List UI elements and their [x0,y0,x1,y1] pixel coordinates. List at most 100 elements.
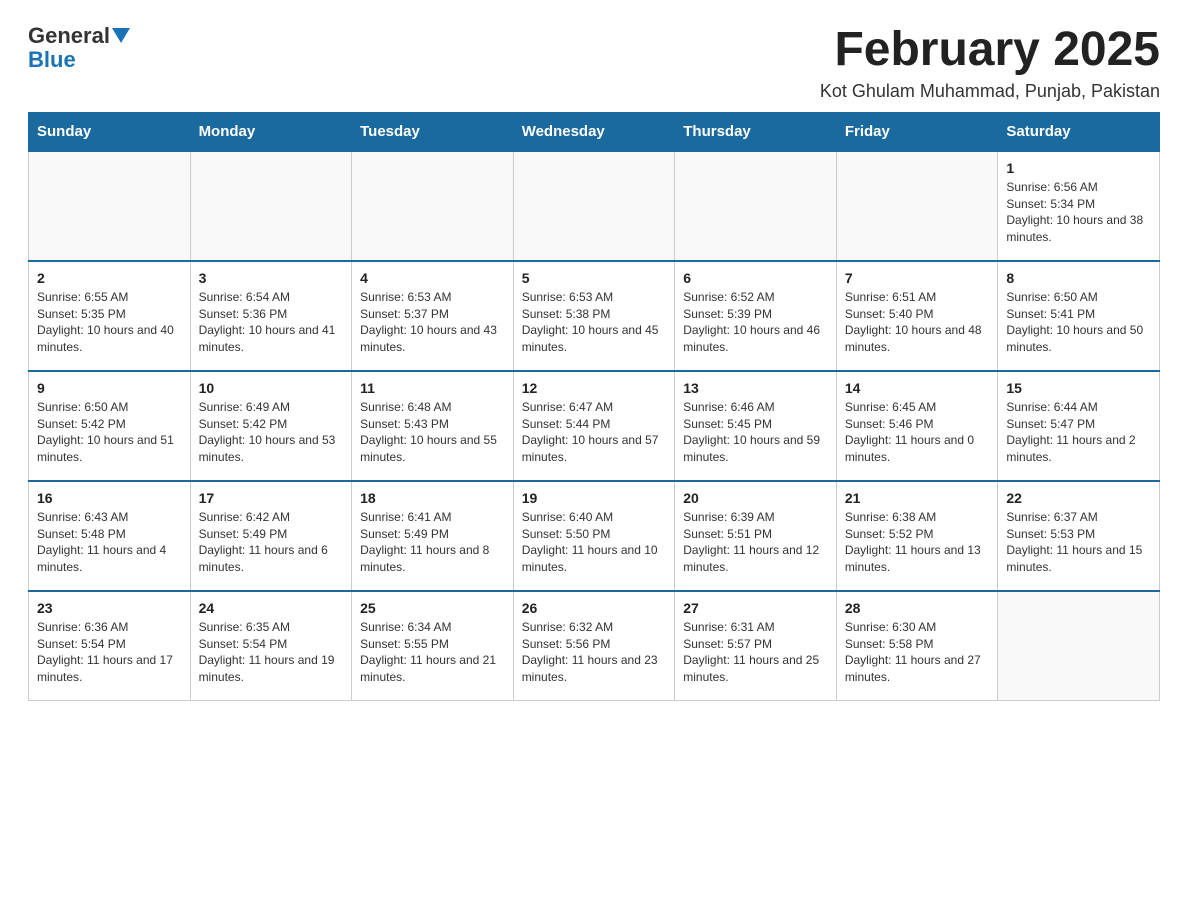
table-row: 12 Sunrise: 6:47 AMSunset: 5:44 PMDayligh… [513,371,675,481]
table-row: 25 Sunrise: 6:34 AMSunset: 5:55 PMDayligh… [352,591,514,701]
day-info: Sunrise: 6:48 AMSunset: 5:43 PMDaylight:… [360,399,505,466]
month-year-title: February 2025 [820,24,1160,77]
table-row: 8Sunrise: 6:50 AMSunset: 5:41 PMDaylight… [998,261,1160,371]
table-row [29,151,191,261]
day-info: Sunrise: 6:32 AMSunset: 5:56 PMDaylight:… [522,619,667,686]
day-info: Sunrise: 6:35 AMSunset: 5:54 PMDaylight:… [199,619,344,686]
day-info: Sunrise: 6:53 AMSunset: 5:38 PMDaylight:… [522,289,667,356]
title-block: February 2025 Kot Ghulam Muhammad, Punja… [820,24,1160,102]
day-info: Sunrise: 6:39 AMSunset: 5:51 PMDaylight:… [683,509,828,576]
table-row: 19 Sunrise: 6:40 AMSunset: 5:50 PMDayligh… [513,481,675,591]
day-info: Sunrise: 6:53 AMSunset: 5:37 PMDaylight:… [360,289,505,356]
location-text: Kot Ghulam Muhammad, Punjab, Pakistan [820,81,1160,102]
table-row: 7 Sunrise: 6:51 AMSunset: 5:40 PMDaylight… [836,261,998,371]
day-info: Sunrise: 6:34 AMSunset: 5:55 PMDaylight:… [360,619,505,686]
day-info: Sunrise: 6:46 AMSunset: 5:45 PMDaylight:… [683,399,828,466]
day-number: 27 [683,600,828,616]
day-info: Sunrise: 6:41 AMSunset: 5:49 PMDaylight:… [360,509,505,576]
table-row: 21 Sunrise: 6:38 AMSunset: 5:52 PMDayligh… [836,481,998,591]
table-row: 28 Sunrise: 6:30 AMSunset: 5:58 PMDayligh… [836,591,998,701]
day-number: 16 [37,490,182,506]
header-sunday: Sunday [29,112,191,151]
table-row: 26 Sunrise: 6:32 AMSunset: 5:56 PMDayligh… [513,591,675,701]
day-number: 10 [199,380,344,396]
calendar-week-row: 9Sunrise: 6:50 AMSunset: 5:42 PMDaylight… [29,371,1160,481]
calendar-week-row: 2 Sunrise: 6:55 AMSunset: 5:35 PMDaylight… [29,261,1160,371]
day-number: 23 [37,600,182,616]
table-row: 13 Sunrise: 6:46 AMSunset: 5:45 PMDayligh… [675,371,837,481]
table-row: 14 Sunrise: 6:45 AMSunset: 5:46 PMDayligh… [836,371,998,481]
day-number: 7 [845,270,990,286]
table-row: 4 Sunrise: 6:53 AMSunset: 5:37 PMDaylight… [352,261,514,371]
calendar-week-row: 1 Sunrise: 6:56 AMSunset: 5:34 PMDaylight… [29,151,1160,261]
header-wednesday: Wednesday [513,112,675,151]
table-row: 6Sunrise: 6:52 AMSunset: 5:39 PMDaylight… [675,261,837,371]
table-row: 23Sunrise: 6:36 AMSunset: 5:54 PMDayligh… [29,591,191,701]
day-info: Sunrise: 6:56 AMSunset: 5:34 PMDaylight:… [1006,179,1151,246]
table-row: 15 Sunrise: 6:44 AMSunset: 5:47 PMDayligh… [998,371,1160,481]
table-row: 18Sunrise: 6:41 AMSunset: 5:49 PMDayligh… [352,481,514,591]
page-header: General Blue February 2025 Kot Ghulam Mu… [28,24,1160,102]
day-number: 28 [845,600,990,616]
table-row [513,151,675,261]
day-number: 6 [683,270,828,286]
table-row: 10 Sunrise: 6:49 AMSunset: 5:42 PMDayligh… [190,371,352,481]
day-number: 25 [360,600,505,616]
table-row [998,591,1160,701]
day-number: 4 [360,270,505,286]
logo: General Blue [28,24,130,72]
header-saturday: Saturday [998,112,1160,151]
calendar-week-row: 23Sunrise: 6:36 AMSunset: 5:54 PMDayligh… [29,591,1160,701]
day-number: 1 [1006,160,1151,176]
weekday-header-row: Sunday Monday Tuesday Wednesday Thursday… [29,112,1160,151]
day-info: Sunrise: 6:42 AMSunset: 5:49 PMDaylight:… [199,509,344,576]
header-friday: Friday [836,112,998,151]
table-row [675,151,837,261]
logo-triangle-icon [112,28,130,43]
day-number: 8 [1006,270,1151,286]
day-number: 26 [522,600,667,616]
day-number: 13 [683,380,828,396]
table-row [352,151,514,261]
calendar-week-row: 16Sunrise: 6:43 AMSunset: 5:48 PMDayligh… [29,481,1160,591]
day-number: 3 [199,270,344,286]
table-row: 11 Sunrise: 6:48 AMSunset: 5:43 PMDayligh… [352,371,514,481]
table-row: 17 Sunrise: 6:42 AMSunset: 5:49 PMDayligh… [190,481,352,591]
day-info: Sunrise: 6:40 AMSunset: 5:50 PMDaylight:… [522,509,667,576]
day-number: 17 [199,490,344,506]
table-row: 27 Sunrise: 6:31 AMSunset: 5:57 PMDayligh… [675,591,837,701]
day-info: Sunrise: 6:31 AMSunset: 5:57 PMDaylight:… [683,619,828,686]
day-info: Sunrise: 6:47 AMSunset: 5:44 PMDaylight:… [522,399,667,466]
day-number: 20 [683,490,828,506]
day-info: Sunrise: 6:44 AMSunset: 5:47 PMDaylight:… [1006,399,1151,466]
table-row: 9Sunrise: 6:50 AMSunset: 5:42 PMDaylight… [29,371,191,481]
day-number: 22 [1006,490,1151,506]
day-number: 19 [522,490,667,506]
table-row: 5 Sunrise: 6:53 AMSunset: 5:38 PMDaylight… [513,261,675,371]
header-tuesday: Tuesday [352,112,514,151]
day-info: Sunrise: 6:38 AMSunset: 5:52 PMDaylight:… [845,509,990,576]
day-number: 12 [522,380,667,396]
logo-general-text: General [28,24,130,48]
day-number: 5 [522,270,667,286]
day-number: 11 [360,380,505,396]
day-number: 24 [199,600,344,616]
day-info: Sunrise: 6:37 AMSunset: 5:53 PMDaylight:… [1006,509,1151,576]
day-number: 14 [845,380,990,396]
table-row [190,151,352,261]
day-info: Sunrise: 6:54 AMSunset: 5:36 PMDaylight:… [199,289,344,356]
day-number: 21 [845,490,990,506]
day-info: Sunrise: 6:30 AMSunset: 5:58 PMDaylight:… [845,619,990,686]
day-info: Sunrise: 6:50 AMSunset: 5:42 PMDaylight:… [37,399,182,466]
table-row: 1 Sunrise: 6:56 AMSunset: 5:34 PMDaylight… [998,151,1160,261]
calendar-table: Sunday Monday Tuesday Wednesday Thursday… [28,112,1160,702]
day-info: Sunrise: 6:51 AMSunset: 5:40 PMDaylight:… [845,289,990,356]
day-number: 15 [1006,380,1151,396]
day-info: Sunrise: 6:45 AMSunset: 5:46 PMDaylight:… [845,399,990,466]
day-info: Sunrise: 6:49 AMSunset: 5:42 PMDaylight:… [199,399,344,466]
day-number: 2 [37,270,182,286]
table-row: 2 Sunrise: 6:55 AMSunset: 5:35 PMDaylight… [29,261,191,371]
day-info: Sunrise: 6:55 AMSunset: 5:35 PMDaylight:… [37,289,182,356]
table-row: 16Sunrise: 6:43 AMSunset: 5:48 PMDayligh… [29,481,191,591]
table-row: 20 Sunrise: 6:39 AMSunset: 5:51 PMDayligh… [675,481,837,591]
